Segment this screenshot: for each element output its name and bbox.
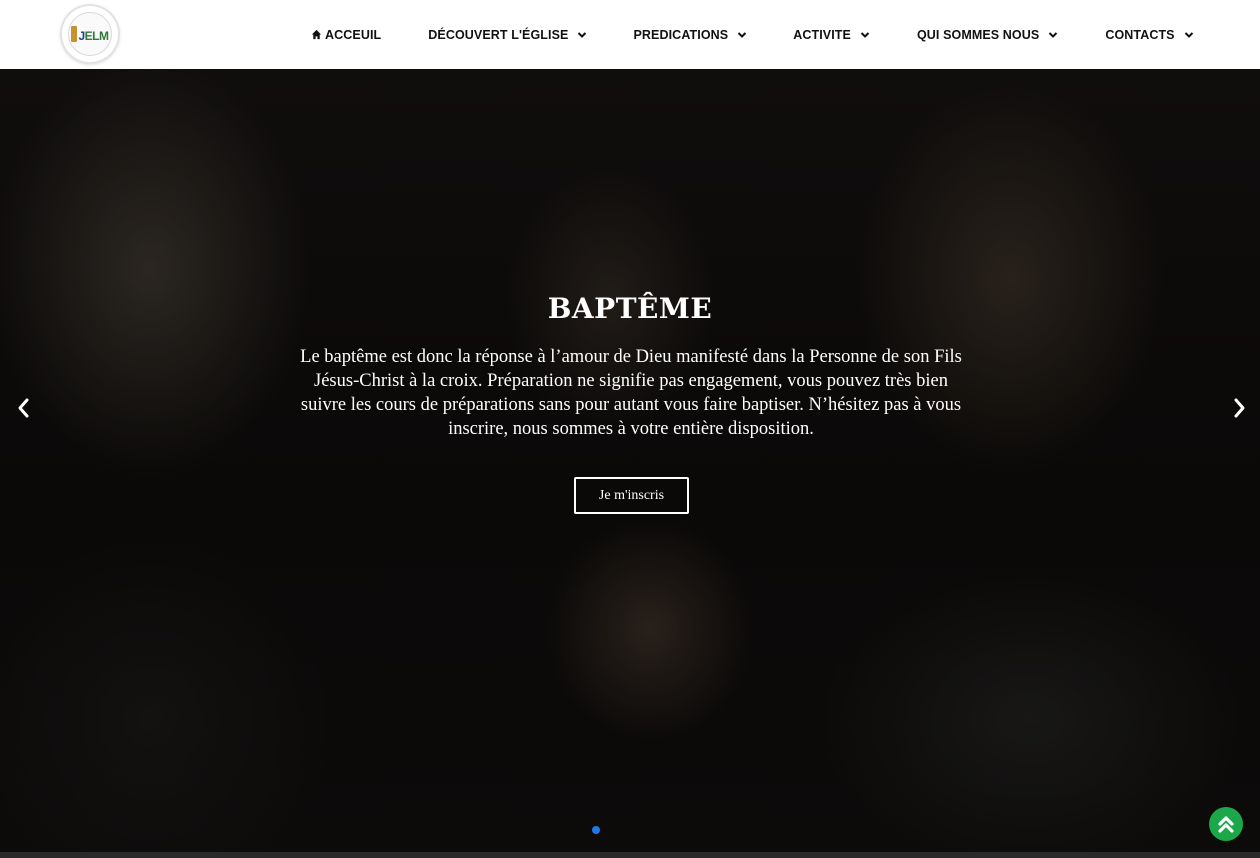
site-header: JELM ACCEUIL DÉCOUVERT L'ÉGLISE PREDICAT… (0, 0, 1260, 69)
slider-dot-active[interactable] (592, 826, 600, 834)
hero-title: BAPTÊME (547, 292, 713, 325)
scroll-to-top-button[interactable] (1209, 807, 1243, 841)
nav-item-qui-sommes-nous[interactable]: QUI SOMMES NOUS (917, 0, 1058, 69)
chevron-down-icon (578, 31, 587, 38)
logo-text: JELM (78, 29, 109, 43)
double-chevron-up-icon (1218, 816, 1234, 833)
site-logo[interactable]: JELM (62, 6, 118, 62)
nav-item-label: PREDICATIONS (633, 27, 729, 42)
nav-item-acceuil[interactable]: ACCEUIL (311, 0, 381, 69)
slider-prev-button[interactable] (13, 396, 33, 420)
chevron-down-icon (1184, 31, 1193, 38)
nav-item-decouvert-eglise[interactable]: DÉCOUVERT L'ÉGLISE (428, 0, 587, 69)
nav-item-activite[interactable]: ACTIVITE (793, 0, 870, 69)
nav-item-label: QUI SOMMES NOUS (916, 27, 1040, 42)
chevron-down-icon (738, 31, 747, 38)
chevron-down-icon (1049, 31, 1058, 38)
chevron-left-icon (18, 398, 29, 418)
logo-mark: JELM (71, 26, 109, 43)
chevron-down-icon (860, 31, 870, 38)
bottom-edge (0, 852, 1260, 858)
nav-item-contacts[interactable]: CONTACTS (1105, 0, 1193, 69)
nav-item-label: ACTIVITE (793, 27, 851, 42)
home-icon (311, 29, 322, 40)
nav-item-label: DÉCOUVERT L'ÉGLISE (428, 27, 569, 42)
hero-slider: BAPTÊME Le baptême est donc la réponse à… (0, 69, 1260, 852)
hero-description: Le baptême est donc la réponse à l’amour… (300, 347, 962, 439)
chevron-right-icon (1234, 398, 1245, 418)
hero-background-image (0, 69, 1260, 852)
nav-item-label: CONTACTS (1105, 27, 1175, 42)
logo-door-icon (71, 26, 78, 42)
slider-next-button[interactable] (1230, 396, 1250, 420)
main-nav: ACCEUIL DÉCOUVERT L'ÉGLISE PREDICATIONS … (300, 0, 1194, 69)
register-button[interactable]: Je m'inscris (574, 477, 689, 514)
nav-item-label: ACCEUIL (325, 27, 382, 42)
logo-badge: JELM (68, 12, 112, 56)
nav-item-predications[interactable]: PREDICATIONS (633, 0, 747, 69)
